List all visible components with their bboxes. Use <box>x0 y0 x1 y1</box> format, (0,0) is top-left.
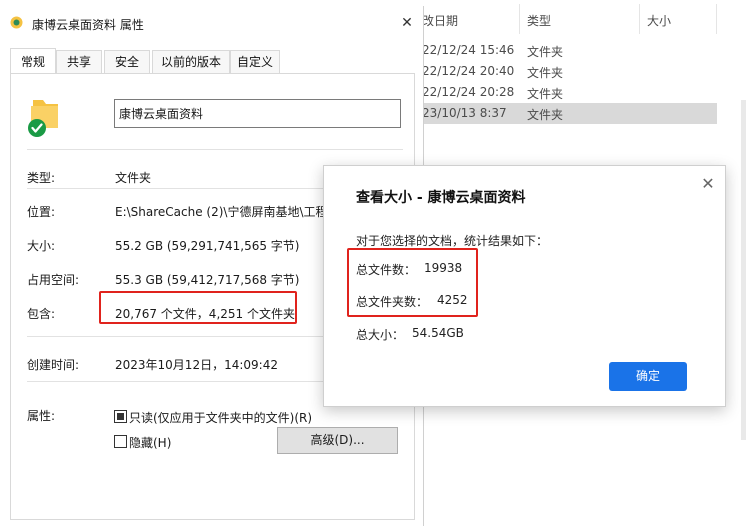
popup-intro: 对于您选择的文档，统计结果如下： <box>356 234 549 248</box>
row-type: 文件夹 <box>527 87 564 101</box>
tab-customize[interactable]: 自定义 <box>230 50 280 73</box>
column-size[interactable]: 大小 <box>647 12 671 29</box>
tab-previous-versions[interactable]: 以前的版本 <box>152 50 230 73</box>
contains-label: 包含: <box>27 307 56 321</box>
row-date: 22/12/24 20:28 <box>422 85 515 99</box>
folder-name-field[interactable]: 康博云桌面资料 <box>114 99 401 128</box>
row-date: 22/12/24 20:40 <box>422 64 515 78</box>
total-size-label: 总大小： <box>356 328 405 342</box>
tab-general[interactable]: 常规 <box>10 48 56 73</box>
highlight-box <box>347 248 478 317</box>
size-on-disk-value: 55.3 GB (59,412,717,568 字节) <box>115 273 300 287</box>
created-label: 创建时间: <box>27 358 80 372</box>
table-row[interactable]: 22/12/24 20:28 文件夹 <box>420 82 717 103</box>
close-icon[interactable]: ✕ <box>698 174 718 194</box>
hidden-checkbox[interactable] <box>114 435 127 448</box>
folder-icon <box>28 100 58 137</box>
size-label: 大小: <box>27 239 56 253</box>
hidden-label: 隐藏(H) <box>129 436 172 450</box>
size-on-disk-label: 占用空间: <box>27 273 80 287</box>
table-row[interactable]: 22/12/24 15:46 文件夹 <box>420 40 717 61</box>
location-label: 位置: <box>27 205 56 219</box>
readonly-checkbox[interactable] <box>114 410 127 423</box>
column-type[interactable]: 类型 <box>527 12 551 29</box>
tab-sharing[interactable]: 共享 <box>56 50 102 73</box>
column-separator[interactable] <box>639 4 640 34</box>
tab-security[interactable]: 安全 <box>104 50 150 73</box>
highlight-box <box>99 291 297 324</box>
attributes-label: 属性: <box>27 409 56 423</box>
dialog-title: 康博云桌面资料 属性 <box>32 18 144 32</box>
type-label: 类型: <box>27 171 56 185</box>
readonly-label: 只读(仅应用于文件夹中的文件)(R) <box>129 411 313 425</box>
created-value: 2023年10月12日，14:09:42 <box>115 358 278 372</box>
row-date: 23/10/13 8:37 <box>422 106 507 120</box>
row-date: 22/12/24 15:46 <box>422 43 515 57</box>
scrollbar[interactable] <box>741 100 746 440</box>
column-separator[interactable] <box>519 4 520 34</box>
ok-button[interactable]: 确定 <box>609 362 687 391</box>
divider <box>27 149 403 150</box>
row-type: 文件夹 <box>527 108 564 122</box>
row-type: 文件夹 <box>527 45 564 59</box>
size-value: 55.2 GB (59,291,741,565 字节) <box>115 239 300 253</box>
total-size-value: 54.54GB <box>412 326 464 340</box>
folder-app-icon <box>10 16 23 29</box>
table-row-selected[interactable]: 23/10/13 8:37 文件夹 <box>420 103 717 124</box>
close-icon[interactable]: ✕ <box>398 14 416 32</box>
view-size-popup: 查看大小 - 康博云桌面资料 ✕ 对于您选择的文档，统计结果如下： 总文件数： … <box>323 165 726 407</box>
advanced-button[interactable]: 高级(D)... <box>277 427 398 454</box>
dialog-titlebar: 康博云桌面资料 属性 ✕ <box>0 6 423 40</box>
column-separator[interactable] <box>716 4 717 34</box>
type-value: 文件夹 <box>115 171 152 185</box>
table-row[interactable]: 22/12/24 20:40 文件夹 <box>420 61 717 82</box>
column-date-modified[interactable]: 改日期 <box>422 12 458 29</box>
popup-title: 查看大小 - 康博云桌面资料 <box>356 190 526 206</box>
row-type: 文件夹 <box>527 66 564 80</box>
folder-name-value: 康博云桌面资料 <box>119 107 204 121</box>
